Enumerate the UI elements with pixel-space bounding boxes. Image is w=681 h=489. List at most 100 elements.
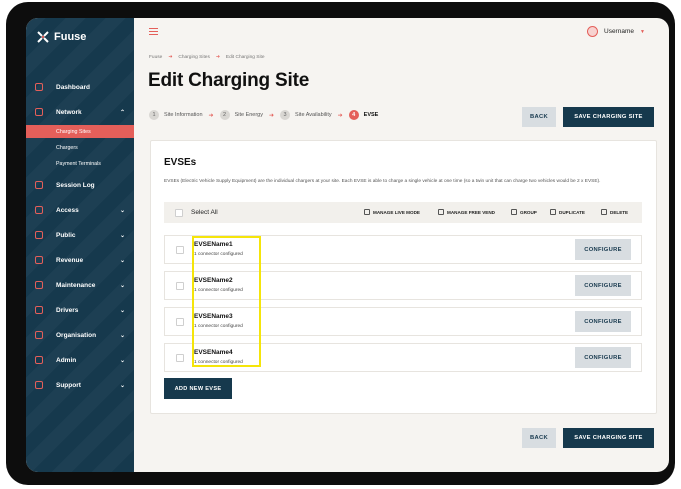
sidebar-subitem-charging-sites[interactable]: Charging Sites — [26, 125, 134, 138]
chevron-down-icon: ⌄ — [119, 382, 125, 389]
arrow-right-icon: ➜ — [269, 112, 275, 119]
select-all-checkbox[interactable] — [175, 209, 183, 217]
back-button[interactable]: BACK — [522, 107, 556, 127]
save-charging-site-button-bottom[interactable]: SAVE CHARGING SITE — [563, 428, 654, 448]
plug-icon — [364, 209, 370, 215]
section-description: EVSEs (Electric Vehicle Supply Equipment… — [164, 179, 601, 184]
step-label-active[interactable]: EVSE — [364, 112, 379, 118]
delete-button[interactable]: DELETE — [601, 209, 628, 215]
evse-card: EVSEs EVSEs (Electric Vehicle Supply Equ… — [150, 140, 657, 414]
sidebar: Fuuse Dashboard Network ⌃ Charging Sites… — [26, 18, 134, 472]
sidebar-item-label: Support — [56, 381, 81, 389]
sidebar-item-session-log[interactable]: Session Log — [26, 176, 134, 194]
chevron-down-icon: ⌄ — [119, 257, 125, 264]
group-button[interactable]: GROUP — [511, 209, 537, 215]
breadcrumb-item[interactable]: Fuuse — [149, 55, 162, 60]
chevron-down-icon: ⌄ — [119, 332, 125, 339]
car-icon — [35, 306, 43, 314]
chevron-up-icon: ⌃ — [119, 109, 125, 116]
evse-checkbox[interactable] — [176, 282, 184, 290]
chevron-down-icon: ⌄ — [119, 282, 125, 289]
sidebar-item-network[interactable]: Network ⌃ — [26, 103, 134, 121]
sidebar-item-maintenance[interactable]: Maintenance ⌄ — [26, 276, 134, 294]
arrow-right-icon: ➜ — [208, 112, 214, 119]
sidebar-item-public[interactable]: Public ⌄ — [26, 226, 134, 244]
building-icon — [35, 331, 43, 339]
step-number[interactable]: 1 — [149, 110, 159, 120]
sidebar-item-label: Maintenance — [56, 281, 96, 289]
sidebar-item-support[interactable]: Support ⌄ — [26, 376, 134, 394]
menu-icon[interactable] — [149, 28, 158, 35]
configure-button[interactable]: CONFIGURE — [575, 347, 631, 368]
step-label[interactable]: Site Availability — [295, 112, 332, 118]
chevron-down-icon: ⌄ — [119, 357, 125, 364]
username: Username — [604, 28, 634, 35]
dashboard-icon — [35, 83, 43, 91]
caret-down-icon: ▼ — [639, 28, 645, 35]
globe-icon — [35, 231, 43, 239]
arrow-right-icon: ➜ — [337, 112, 343, 119]
tool-label: MANAGE FREE VEND — [447, 209, 495, 215]
folder-icon — [511, 209, 517, 215]
step-number-active[interactable]: 4 — [348, 110, 359, 120]
evse-checkbox[interactable] — [176, 318, 184, 326]
breadcrumb: Fuuse ➜ Charging Sites ➜ Edit Charging S… — [149, 55, 265, 60]
step-number[interactable]: 2 — [219, 110, 230, 120]
section-title: EVSEs — [164, 157, 197, 168]
app-window: Fuuse Dashboard Network ⌃ Charging Sites… — [26, 18, 669, 472]
tool-label: DUPLICATE — [559, 209, 585, 215]
bulk-actions-toolbar: Select All MANAGE LIVE MODE MANAGE FREE … — [164, 202, 642, 223]
duplicate-button[interactable]: DUPLICATE — [550, 209, 585, 215]
sidebar-item-dashboard[interactable]: Dashboard — [26, 78, 134, 96]
bolt-icon — [35, 181, 43, 189]
logo-text: Fuuse — [54, 31, 87, 43]
tag-icon — [35, 256, 43, 264]
sidebar-item-label: Access — [56, 206, 79, 214]
sidebar-item-label: Drivers — [56, 306, 79, 314]
sidebar-item-organisation[interactable]: Organisation ⌄ — [26, 326, 134, 344]
device-frame: Fuuse Dashboard Network ⌃ Charging Sites… — [6, 2, 675, 485]
configure-button[interactable]: CONFIGURE — [575, 275, 631, 296]
highlight-box — [192, 236, 261, 367]
page-title: Edit Charging Site — [148, 70, 310, 91]
sidebar-subitem-payment-terminals[interactable]: Payment Terminals — [26, 157, 134, 170]
sidebar-item-admin[interactable]: Admin ⌄ — [26, 351, 134, 369]
sidebar-item-label: Session Log — [56, 181, 95, 189]
add-new-evse-button[interactable]: ADD NEW EVSE — [164, 378, 232, 399]
network-icon — [35, 108, 43, 116]
sidebar-item-revenue[interactable]: Revenue ⌄ — [26, 251, 134, 269]
save-charging-site-button[interactable]: SAVE CHARGING SITE — [563, 107, 654, 127]
tool-label: GROUP — [520, 209, 537, 215]
sidebar-item-access[interactable]: Access ⌄ — [26, 201, 134, 219]
user-menu[interactable]: Username ▼ — [587, 26, 645, 37]
back-button-bottom[interactable]: BACK — [522, 428, 556, 448]
manage-free-vend-button[interactable]: MANAGE FREE VEND — [438, 209, 495, 215]
manage-live-mode-button[interactable]: MANAGE LIVE MODE — [364, 209, 420, 215]
sidebar-item-label: Organisation — [56, 331, 97, 339]
step-number[interactable]: 3 — [280, 110, 291, 120]
sidebar-subitem-chargers[interactable]: Chargers — [26, 141, 134, 154]
fuuse-logo-icon — [36, 30, 50, 44]
configure-button[interactable]: CONFIGURE — [575, 311, 631, 332]
app-logo[interactable]: Fuuse — [36, 30, 86, 44]
sidebar-item-drivers[interactable]: Drivers ⌄ — [26, 301, 134, 319]
sidebar-item-label: Network — [56, 108, 82, 116]
evse-checkbox[interactable] — [176, 354, 184, 362]
phone-icon — [35, 381, 43, 389]
step-label[interactable]: Site Energy — [235, 112, 263, 118]
chevron-down-icon: ⌄ — [119, 307, 125, 314]
shield-icon — [35, 356, 43, 364]
chevron-down-icon: ⌄ — [119, 207, 125, 214]
evse-checkbox[interactable] — [176, 246, 184, 254]
arrow-right-icon: ➜ — [215, 55, 220, 60]
chevron-down-icon: ⌄ — [119, 232, 125, 239]
avatar — [587, 26, 598, 37]
sidebar-item-label: Dashboard — [56, 83, 90, 91]
configure-button[interactable]: CONFIGURE — [575, 239, 631, 260]
breadcrumb-item[interactable]: Charging Sites — [178, 55, 209, 60]
handshake-icon — [438, 209, 444, 215]
trash-icon — [601, 209, 607, 215]
select-all-label[interactable]: Select All — [191, 209, 218, 216]
tool-label: MANAGE LIVE MODE — [373, 209, 420, 215]
step-label[interactable]: Site Information — [164, 112, 203, 118]
